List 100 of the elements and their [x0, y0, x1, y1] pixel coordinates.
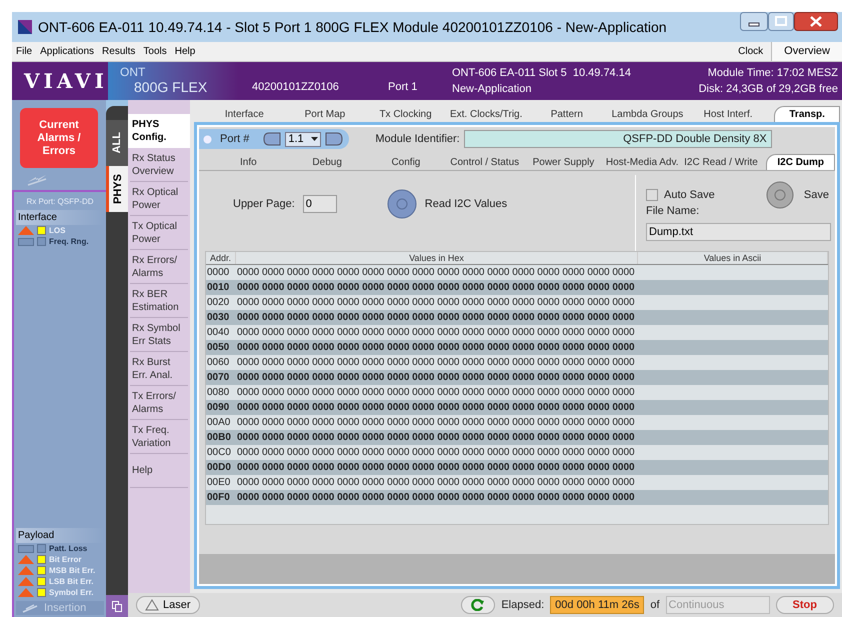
field-label: Upper Page: [233, 196, 295, 212]
overview-button[interactable]: Overview [771, 42, 842, 61]
dropdown-caret-icon [311, 137, 318, 141]
upper-page-field[interactable]: 0 [302, 195, 337, 213]
tab[interactable]: Pattern [526, 106, 608, 122]
lightning-icon [26, 174, 48, 186]
address-cell-text: 0070 [206, 371, 230, 385]
tab[interactable]: Debug [288, 154, 367, 170]
alarm-label: MSB Bit Err. [49, 564, 96, 576]
maximize-icon [768, 12, 794, 31]
menu-item[interactable]: File [12, 44, 36, 59]
hex-values-cell-text: 0000 0000 0000 0000 0000 0000 0000 0000 0000 0000 0000 0000 0000 0000 0000 0000 [236, 446, 636, 460]
column-header: Addr. [206, 252, 236, 264]
column-header: Values in Ascii [638, 252, 828, 264]
port-label: Rx Port: QSFP-DD [25, 196, 95, 208]
hex-values-cell-text: 0000 0000 0000 0000 0000 0000 0000 0000 0000 0000 0000 0000 0000 0000 0000 0000 [236, 476, 636, 490]
alarm-label: Symbol Err. [49, 586, 94, 598]
nav-item[interactable]: Rx Symbol Err Stats [130, 318, 188, 352]
hex-values-cell-text: 0000 0000 0000 0000 0000 0000 0000 0000 0000 0000 0000 0000 0000 0000 0000 0000 [236, 311, 636, 325]
address-cell-text: 0040 [206, 326, 230, 340]
tab[interactable]: Ext. Clocks/Trig. [446, 106, 526, 122]
address-cell-text: 00A0 [206, 416, 232, 430]
address-cell-text: 0030 [206, 311, 230, 325]
close-icon [794, 12, 838, 31]
tab[interactable]: Transp. [774, 106, 840, 122]
hex-values-cell-text: 0000 0000 0000 0000 0000 0000 0000 0000 0000 0000 0000 0000 0000 0000 0000 0000 [236, 326, 636, 340]
address-cell-text: 00B0 [206, 431, 232, 445]
tab[interactable]: Host Interf. [688, 106, 768, 122]
tab[interactable]: Host-Media Adv. [602, 154, 682, 170]
file-name-field[interactable]: Dump.txt [646, 222, 831, 240]
hex-values-cell-text: 0000 0000 0000 0000 0000 0000 0000 0000 0000 0000 0000 0000 0000 0000 0000 0000 [236, 461, 636, 475]
alarm-label: Patt. Loss [49, 542, 88, 554]
elapsed-time: 00d 00h 11m 26s [550, 596, 644, 614]
address-cell-text: 0010 [206, 281, 230, 295]
nav-item[interactable]: PHYS Config. [128, 114, 190, 148]
port-label: Port # [220, 132, 250, 147]
tab[interactable]: Lambda Groups [607, 106, 688, 122]
tab[interactable]: I2C Read / Write [682, 154, 760, 170]
refresh-icon [471, 599, 486, 611]
hex-values-cell-text: 0000 0000 0000 0000 0000 0000 0000 0000 0000 0000 0000 0000 0000 0000 0000 0000 [236, 371, 636, 385]
hex-values-cell-text: 0000 0000 0000 0000 0000 0000 0000 0000 0000 0000 0000 0000 0000 0000 0000 0000 [236, 386, 636, 400]
nav-item[interactable]: Tx Errors/ Alarms [130, 386, 188, 420]
hex-values-cell-text: 0000 0000 0000 0000 0000 0000 0000 0000 0000 0000 0000 0000 0000 0000 0000 0000 [236, 281, 636, 295]
hex-values-cell-text: 0000 0000 0000 0000 0000 0000 0000 0000 0000 0000 0000 0000 0000 0000 0000 0000 [236, 491, 636, 505]
field-label: Module Identifier: [375, 132, 460, 147]
nav-item[interactable]: Rx Burst Err. Anal. [130, 352, 188, 386]
read-i2c-button[interactable]: Read I2C Values [424, 196, 508, 212]
menu-item[interactable]: Help [170, 44, 200, 59]
vertical-tab[interactable]: PHYS [106, 166, 128, 212]
tab[interactable]: Interface [204, 106, 285, 122]
hex-values-cell-text: 0000 0000 0000 0000 0000 0000 0000 0000 0000 0000 0000 0000 0000 0000 0000 0000 [236, 266, 636, 280]
tab[interactable]: Tx Clocking [365, 106, 446, 122]
port-dropdown[interactable]: 1.1 [285, 132, 322, 146]
refresh-button[interactable] [461, 596, 496, 614]
auto-save-checkbox[interactable] [646, 189, 658, 201]
nav-item[interactable]: Rx Optical Power [130, 182, 188, 216]
serial-number: 40200101ZZ0106 [252, 80, 339, 94]
nav-item[interactable]: Tx Freq. Variation [130, 420, 188, 454]
address-cell-text: 0090 [206, 401, 230, 415]
alarms-button[interactable]: Current Alarms / Errors [20, 108, 98, 168]
hex-values-cell-text: 0000 0000 0000 0000 0000 0000 0000 0000 0000 0000 0000 0000 0000 0000 0000 0000 [236, 401, 636, 415]
elapsed-label: Elapsed: [501, 598, 544, 613]
nav-item[interactable]: Rx Errors/ Alarms [130, 250, 188, 284]
tab[interactable]: Port Map [284, 106, 366, 122]
product-name: 800G FLEX [133, 80, 208, 94]
tab[interactable]: I2C Dump [766, 154, 836, 170]
nav-item[interactable]: Help [130, 454, 188, 488]
logo: VIAVI [24, 68, 108, 95]
tab[interactable]: Info [209, 154, 288, 170]
nav-item[interactable]: Rx BER Estimation [130, 284, 188, 318]
save-button[interactable]: Save [804, 186, 829, 204]
menu-item[interactable]: Tools [139, 44, 171, 59]
tab[interactable]: Power Supply [524, 154, 603, 170]
laser-button[interactable]: Laser [136, 596, 200, 614]
menu-item[interactable]: Applications [36, 44, 98, 59]
hex-values-cell-text: 0000 0000 0000 0000 0000 0000 0000 0000 0000 0000 0000 0000 0000 0000 0000 0000 [236, 356, 636, 370]
module-time: Module Time: 17:02 MESZ [708, 66, 838, 81]
nav-item[interactable]: Rx Status Overview [130, 148, 188, 182]
alarm-label: Bit Error [49, 554, 82, 566]
save-button-icon [766, 181, 794, 209]
hex-values-cell-text: 0000 0000 0000 0000 0000 0000 0000 0000 0000 0000 0000 0000 0000 0000 0000 0000 [236, 431, 636, 445]
read-button-icon [386, 189, 417, 219]
address-cell-text: 00C0 [206, 446, 232, 460]
previous-button-icon [263, 132, 282, 146]
tab[interactable]: Control / Status [445, 154, 524, 170]
app-icon [18, 20, 32, 34]
nav-item[interactable]: Tx Optical Power [130, 216, 188, 250]
application-name: New-Application [452, 82, 532, 97]
device-info: ONT-606 EA-011 Slot 5 10.49.74.14 [452, 66, 631, 81]
alarm-label: LSB Bit Err. [49, 576, 94, 588]
hex-values-cell-text: 0000 0000 0000 0000 0000 0000 0000 0000 0000 0000 0000 0000 0000 0000 0000 0000 [236, 296, 636, 310]
vertical-tab[interactable]: ALL [106, 120, 128, 166]
port-label: Port 1 [388, 80, 418, 94]
address-cell-text: 0000 [206, 266, 230, 280]
clock-button[interactable]: Clock [730, 44, 772, 59]
stop-button[interactable]: Stop [776, 596, 834, 614]
menu-item[interactable]: Results [98, 44, 140, 59]
address-cell-text: 0050 [206, 341, 230, 355]
field-label: File Name: [646, 204, 700, 219]
tab[interactable]: Config [366, 154, 446, 170]
